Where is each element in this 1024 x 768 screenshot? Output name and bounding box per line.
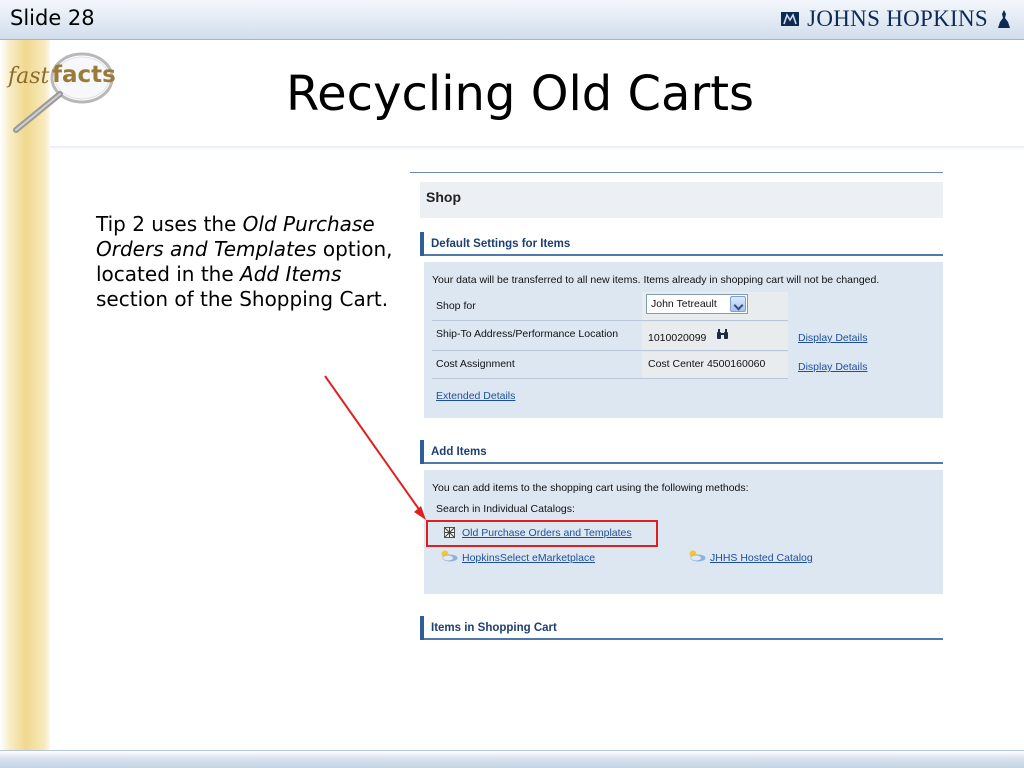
fast-text: fast — [8, 64, 50, 89]
shopping-cart-heading: Items in Shopping Cart — [420, 616, 943, 640]
add-items-intro: You can add items to the shopping cart u… — [432, 482, 749, 494]
ship-to-label: Ship-To Address/Performance Location — [436, 328, 619, 340]
statue-icon — [998, 10, 1010, 28]
cost-assignment-value: Cost Center 4500160060 — [648, 358, 766, 370]
shop-for-label: Shop for — [436, 300, 476, 312]
slide-title: Recycling Old Carts — [285, 66, 755, 122]
chevron-down-icon[interactable] — [730, 296, 746, 312]
shop-title: Shop — [426, 189, 461, 205]
cost-display-details-link[interactable]: Display Details — [798, 361, 867, 373]
ship-to-display-details-link[interactable]: Display Details — [798, 332, 867, 344]
shop-header: Shop — [420, 182, 943, 218]
ship-to-value: 1010020099 — [648, 332, 707, 344]
catalog-cloud-icon — [441, 550, 458, 562]
screenshot-top-line — [410, 172, 943, 173]
footer-bar — [0, 750, 1024, 768]
cost-assignment-label: Cost Assignment — [436, 358, 515, 370]
fast-facts-logo: fast facts — [2, 46, 122, 136]
hopkins-select-link[interactable]: HopkinsSelect eMarketplace — [462, 552, 595, 564]
default-settings-note: Your data will be transferred to all new… — [432, 274, 880, 286]
default-settings-panel: Your data will be transferred to all new… — [424, 262, 943, 418]
highlight-box — [426, 520, 658, 547]
johns-hopkins-logo: JOHNS HOPKINS — [781, 6, 1012, 32]
tip-text: Tip 2 uses the Old Purchase Orders and T… — [96, 212, 393, 311]
jhhs-hosted-catalog-link[interactable]: JHHS Hosted Catalog — [710, 552, 813, 564]
left-decor-bar — [0, 40, 50, 768]
facts-text: facts — [52, 62, 116, 88]
brand-name: JOHNS HOPKINS — [807, 6, 988, 31]
title-divider — [50, 146, 1024, 150]
default-settings-heading: Default Settings for Items — [420, 232, 943, 256]
shop-for-select[interactable]: John Tetreault — [646, 294, 748, 314]
search-catalogs-label: Search in Individual Catalogs: — [436, 503, 575, 515]
catalog-cloud-icon — [689, 550, 706, 562]
shop-screenshot: Shop Default Settings for Items Your dat… — [410, 172, 943, 642]
extended-details-link[interactable]: Extended Details — [436, 390, 515, 402]
shield-icon — [781, 12, 800, 26]
slide-number: Slide 28 — [10, 6, 95, 30]
binoculars-icon[interactable] — [716, 329, 729, 340]
magnifier-icon — [13, 52, 114, 133]
add-items-heading: Add Items — [420, 440, 943, 464]
header-bar: Slide 28 JOHNS HOPKINS — [0, 0, 1024, 40]
tip-add-items-italic: Add Items — [240, 262, 342, 286]
